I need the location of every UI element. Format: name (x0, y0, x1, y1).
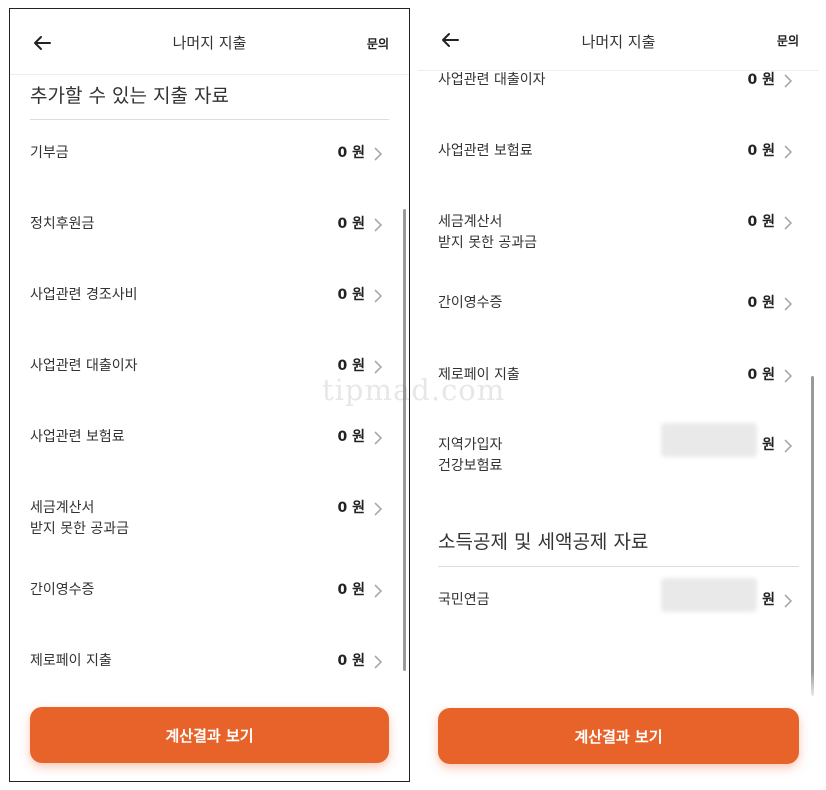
row-label: 기부금 (30, 145, 69, 161)
expense-row[interactable]: 지역가입자 건강보험료 원 (418, 423, 819, 489)
row-value: 0 원 (337, 582, 366, 598)
row-value: 0 원 (747, 295, 776, 311)
chevron-right-icon (371, 146, 385, 162)
row-value: 0 원 (747, 143, 776, 159)
row-label-line2: 받지 못한 공과금 (438, 235, 538, 251)
row-value: 원 (762, 592, 775, 608)
chevron-right-icon (371, 583, 385, 599)
section-title: 추가할 수 있는 지출 자료 (30, 85, 229, 107)
expense-row[interactable]: 사업관련 대출이자 0 원 (418, 70, 819, 124)
watermark: tipmad.com (322, 373, 506, 407)
inquiry-button[interactable]: 문의 (367, 35, 389, 52)
row-value: 원 (762, 437, 775, 453)
row-label: 사업관련 대출이자 (30, 358, 138, 374)
row-value: 0 원 (747, 214, 776, 230)
row-label: 지역가입자 건강보험료 (438, 435, 502, 477)
row-label: 간이영수증 (438, 295, 503, 311)
row-label: 세금계산서 받지 못한 공과금 (30, 498, 129, 540)
expense-row[interactable]: 간이영수증 0 원 (418, 293, 819, 347)
page-title: 나머지 지출 (172, 34, 247, 52)
row-value: 0 원 (337, 653, 366, 669)
chevron-right-icon (781, 296, 795, 312)
row-value: 0 원 (337, 145, 366, 161)
expense-row[interactable]: 세금계산서 받지 못한 공과금 0 원 (418, 212, 819, 266)
row-label: 국민연금 (438, 592, 490, 608)
expense-row[interactable]: 기부금 0 원 (10, 143, 409, 197)
chevron-right-icon (781, 593, 795, 609)
row-value: 0 원 (337, 287, 366, 303)
chevron-right-icon (781, 215, 795, 231)
row-label: 사업관련 경조사비 (30, 287, 138, 303)
chevron-right-icon (371, 217, 385, 233)
section-divider (438, 566, 799, 567)
page-title: 나머지 지출 (581, 33, 656, 51)
scrollbar[interactable] (811, 376, 814, 696)
section-title: 소득공제 및 세액공제 자료 (438, 531, 649, 553)
row-label: 세금계산서 받지 못한 공과금 (438, 212, 537, 254)
chevron-right-icon (371, 654, 385, 670)
row-value: 0 원 (747, 367, 776, 383)
row-label: 사업관련 대출이자 (438, 72, 546, 88)
inquiry-button[interactable]: 문의 (777, 32, 799, 49)
row-label-line2: 받지 못한 공과금 (30, 521, 130, 537)
row-label-line1: 세금계산서 (30, 500, 95, 516)
chevron-right-icon (781, 144, 795, 160)
expense-row[interactable]: 사업관련 보험료 0 원 (418, 141, 819, 195)
row-label-line1: 세금계산서 (438, 214, 503, 230)
app-header: 나머지 지출 문의 (418, 8, 819, 71)
chevron-right-icon (781, 438, 795, 454)
redacted-amount (661, 578, 757, 612)
row-value: 0 원 (337, 429, 366, 445)
scrollbar[interactable] (403, 209, 406, 671)
bottom-fade (10, 671, 409, 701)
section-divider (30, 119, 389, 120)
redacted-amount (661, 423, 757, 457)
view-result-button[interactable]: 계산결과 보기 (30, 707, 389, 763)
row-value: 0 원 (337, 216, 366, 232)
app-header: 나머지 지출 문의 (10, 9, 409, 75)
expense-row[interactable]: 정치후원금 0 원 (10, 214, 409, 268)
row-label: 사업관련 보험료 (438, 143, 533, 159)
row-label: 제로페이 지출 (30, 653, 112, 669)
view-result-button[interactable]: 계산결과 보기 (438, 708, 799, 764)
expense-row[interactable]: 국민연금 원 (418, 578, 819, 644)
row-label-line1: 지역가입자 (438, 437, 503, 453)
expense-row[interactable]: 사업관련 경조사비 0 원 (10, 285, 409, 339)
chevron-right-icon (371, 288, 385, 304)
chevron-right-icon (371, 501, 385, 517)
bottom-fade (418, 672, 819, 702)
row-label: 정치후원금 (30, 216, 95, 232)
row-value: 0 원 (337, 500, 366, 516)
expense-row[interactable]: 사업관련 보험료 0 원 (10, 427, 409, 481)
chevron-right-icon (371, 430, 385, 446)
expense-row[interactable]: 간이영수증 0 원 (10, 580, 409, 634)
expense-row[interactable]: 세금계산서 받지 못한 공과금 0 원 (10, 498, 409, 552)
row-value: 0 원 (747, 72, 776, 88)
row-label: 사업관련 보험료 (30, 429, 125, 445)
row-label: 간이영수증 (30, 582, 95, 598)
chevron-right-icon (781, 73, 795, 89)
chevron-right-icon (781, 368, 795, 384)
row-label-line2: 건강보험료 (438, 458, 503, 474)
